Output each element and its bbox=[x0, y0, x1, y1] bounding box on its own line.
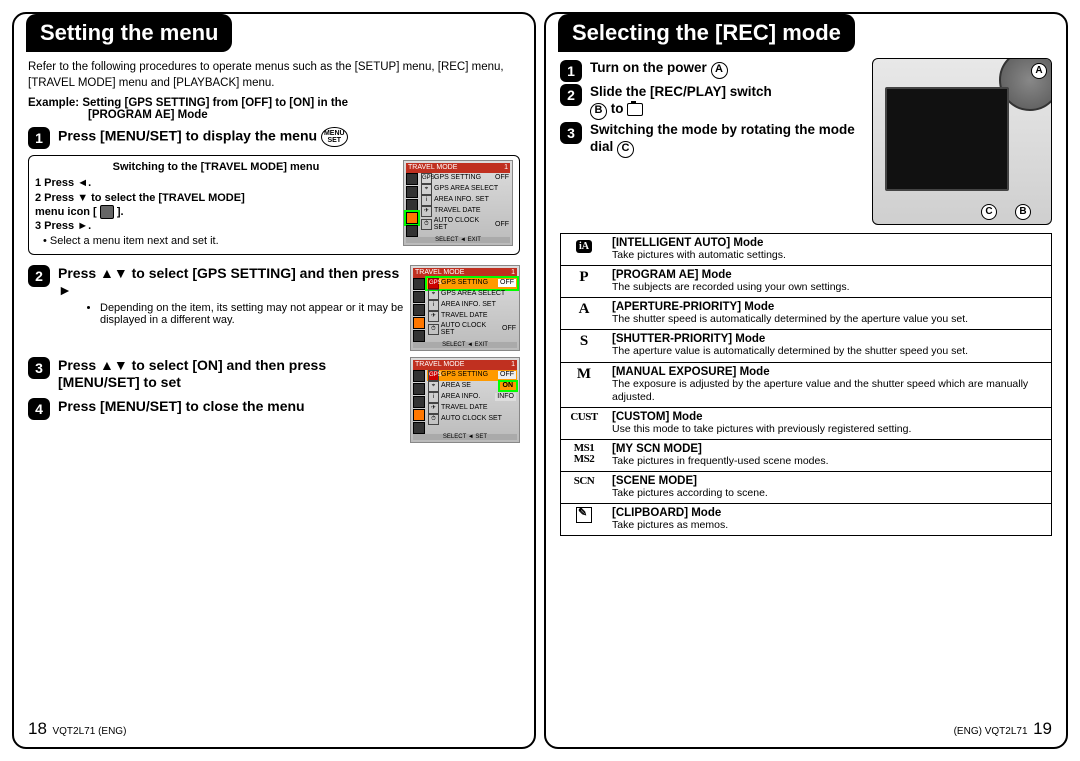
step-3: 3 Press ▲▼ to select [ON] and then press… bbox=[28, 357, 404, 392]
r-step3-text: Switching the mode by rotating the mode … bbox=[590, 122, 866, 158]
mode-icon-ia: iA bbox=[576, 240, 592, 253]
mode-row-m: M[MANUAL EXPOSURE] ModeThe exposure is a… bbox=[561, 362, 1052, 407]
r-step2-text: Slide the [REC/PLAY] switchB to bbox=[590, 84, 772, 120]
page-left: Setting the menu Refer to the following … bbox=[12, 12, 536, 749]
camera-illustration: A B C bbox=[872, 58, 1052, 225]
step-num-3: 3 bbox=[28, 357, 50, 379]
r-step-1: 1 Turn on the power A bbox=[560, 60, 866, 82]
manual-spread: Setting the menu Refer to the following … bbox=[0, 0, 1080, 761]
menu-set-icon: MENUSET bbox=[321, 127, 348, 147]
step3-text: Press ▲▼ to select [ON] and then press [… bbox=[58, 357, 404, 392]
sub-step-2: 2 Press ▼ to select the [TRAVEL MODE] me… bbox=[35, 191, 397, 220]
page-code-right: (ENG) VQT2L71 bbox=[954, 726, 1028, 737]
right-title: Selecting the [REC] mode bbox=[558, 14, 855, 52]
step4-text: Press [MENU/SET] to close the menu bbox=[58, 398, 305, 416]
step-num-1: 1 bbox=[28, 127, 50, 149]
camera-icon bbox=[627, 103, 643, 116]
mode-row-p: P[PROGRAM AE] ModeThe subjects are recor… bbox=[561, 266, 1052, 298]
mode-icon-p: P bbox=[561, 266, 608, 298]
cam-label-b: B bbox=[1015, 204, 1031, 220]
screenshot-1: TRAVEL MODE1 GPSGPS SETTINGOFF ⌖GPS AREA… bbox=[403, 160, 513, 246]
sub-step-1: 1 Press ◄. bbox=[35, 176, 397, 190]
cam-label-c: C bbox=[981, 204, 997, 220]
step-1: 1 Press [MENU/SET] to display the menu M… bbox=[28, 127, 520, 149]
mode-row-s: S[SHUTTER-PRIORITY] ModeThe aperture val… bbox=[561, 330, 1052, 362]
mode-row-cust: CUST[CUSTOM] ModeUse this mode to take p… bbox=[561, 407, 1052, 439]
cam-label-a: A bbox=[1031, 63, 1047, 79]
left-title: Setting the menu bbox=[26, 14, 232, 52]
step-2: 2 Press ▲▼ to select [GPS SETTING] and t… bbox=[28, 265, 404, 300]
left-example: Example: Setting [GPS SETTING] from [OFF… bbox=[28, 97, 520, 121]
step2-note: Depending on the item, its setting may n… bbox=[60, 302, 404, 326]
sub-step-3: 3 Press ►. bbox=[35, 219, 397, 233]
step-num-4: 4 bbox=[28, 398, 50, 420]
label-b-ref: B bbox=[590, 103, 607, 120]
r-step-2: 2 Slide the [REC/PLAY] switchB to bbox=[560, 84, 866, 120]
mode-row-ms: MS1MS2[MY SCN MODE]Take pictures in freq… bbox=[561, 439, 1052, 471]
mode-icon-ms: MS1MS2 bbox=[561, 439, 608, 471]
example-l2: [PROGRAM AE] Mode bbox=[88, 109, 520, 121]
step-num-2: 2 bbox=[28, 265, 50, 287]
travel-mode-box: Switching to the [TRAVEL MODE] menu 1 Pr… bbox=[28, 155, 520, 255]
step-4: 4 Press [MENU/SET] to close the menu bbox=[28, 398, 404, 420]
switch-header: Switching to the [TRAVEL MODE] menu bbox=[35, 160, 397, 174]
step1-text: Press [MENU/SET] to display the menu MEN… bbox=[58, 127, 348, 147]
page-num-right: 19 bbox=[1033, 719, 1052, 738]
mode-icon-scn: SCN bbox=[561, 472, 608, 504]
mode-table: iA[INTELLIGENT AUTO] ModeTake pictures w… bbox=[560, 233, 1052, 536]
label-a-ref: A bbox=[711, 62, 728, 79]
mode-row-clip: [CLIPBOARD] ModeTake pictures as memos. bbox=[561, 504, 1052, 536]
footer-left: 18 VQT2L71 (ENG) bbox=[28, 715, 520, 739]
mode-icon-a: A bbox=[561, 298, 608, 330]
travel-mode-icon bbox=[100, 205, 114, 219]
mode-icon-cust: CUST bbox=[561, 407, 608, 439]
label-c-ref: C bbox=[617, 141, 634, 158]
page-right: Selecting the [REC] mode 1 Turn on the p… bbox=[544, 12, 1068, 749]
mode-row-ia: iA[INTELLIGENT AUTO] ModeTake pictures w… bbox=[561, 234, 1052, 266]
left-intro: Refer to the following procedures to ope… bbox=[28, 60, 520, 91]
footer-right: (ENG) VQT2L71 19 bbox=[560, 715, 1052, 739]
page-code-left: VQT2L71 (ENG) bbox=[52, 726, 126, 737]
r-step1-text: Turn on the power A bbox=[590, 60, 728, 79]
screenshot-2: TRAVEL MODE1 GPSGPS SETTINGOFF ⌖GPS AREA… bbox=[410, 265, 520, 351]
step1-label: Press [MENU/SET] to display the menu bbox=[58, 128, 317, 144]
mode-icon-s: S bbox=[561, 330, 608, 362]
page-num-left: 18 bbox=[28, 719, 47, 738]
mode-icon-clipboard bbox=[561, 504, 608, 536]
r-step-3: 3 Switching the mode by rotating the mod… bbox=[560, 122, 866, 158]
screenshot-3: TRAVEL MODE1 GPSGPS SETTINGOFF ⌖AREA SEO… bbox=[410, 357, 520, 443]
mode-row-scn: SCN[SCENE MODE]Take pictures according t… bbox=[561, 472, 1052, 504]
example-l1: Example: Setting [GPS SETTING] from [OFF… bbox=[28, 97, 348, 109]
mode-row-a: A[APERTURE-PRIORITY] ModeThe shutter spe… bbox=[561, 298, 1052, 330]
step2-text: Press ▲▼ to select [GPS SETTING] and the… bbox=[58, 265, 404, 300]
mode-icon-m: M bbox=[561, 362, 608, 407]
sub-bullet: • Select a menu item next and set it. bbox=[43, 234, 397, 248]
